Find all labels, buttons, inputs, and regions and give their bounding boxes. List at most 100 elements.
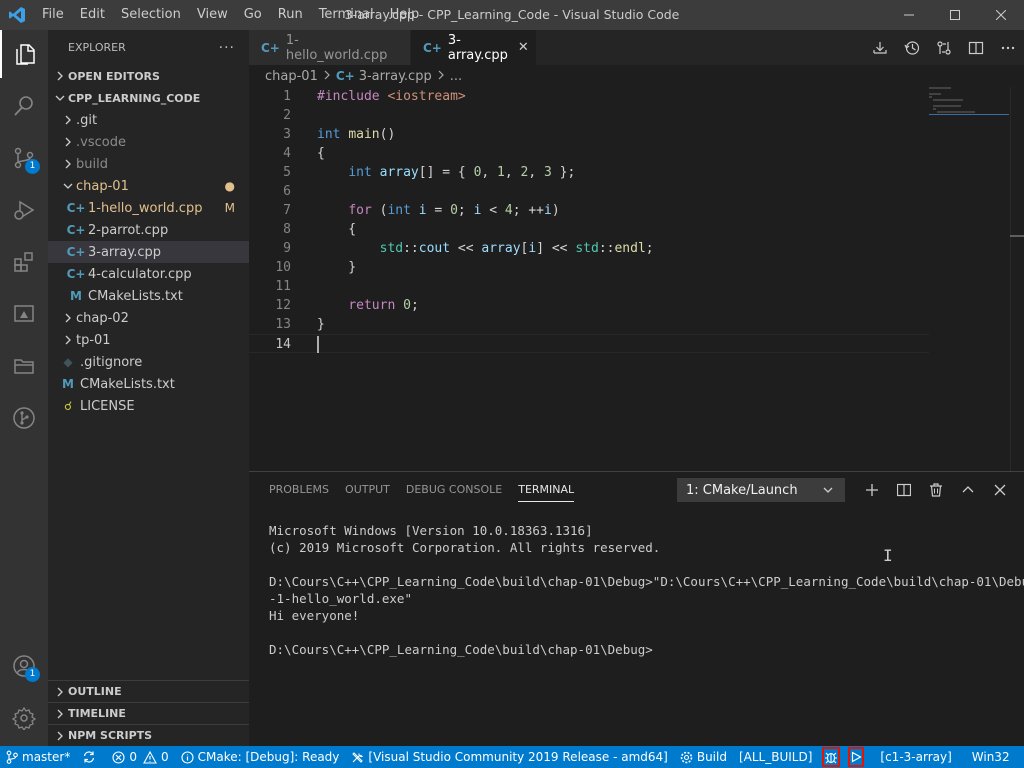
tree-item[interactable]: chap-01 ● (48, 175, 249, 197)
activity-folders[interactable] (0, 342, 48, 390)
cmake-kit[interactable]: [Visual Studio Community 2019 Release - … (345, 746, 673, 768)
build-target[interactable]: [ALL_BUILD] (733, 746, 818, 768)
tree-item[interactable]: ◆ .gitignore (48, 351, 249, 373)
activity-manage[interactable] (0, 694, 48, 742)
close-tab-button[interactable]: ✕ (518, 40, 529, 55)
cmake-build-button[interactable]: Build (674, 746, 733, 768)
new-terminal-button[interactable] (856, 472, 888, 508)
status-bar: master* 0 0 CMake: [Debug]: Ready [Visua… (0, 746, 1024, 768)
editor-more-button[interactable] (992, 30, 1024, 65)
tree-item[interactable]: M CMakeLists.txt (48, 373, 249, 395)
menu-help[interactable]: Help (382, 0, 428, 30)
compare-changes-button[interactable] (928, 30, 960, 65)
panel-tab-debug-console[interactable]: DEBUG CONSOLE (398, 472, 510, 508)
panel-tab-problems[interactable]: PROBLEMS (261, 472, 337, 508)
tab-1-hello-world[interactable]: C+ 1-hello_world.cpp (249, 30, 411, 65)
section-npm-scripts[interactable]: NPM SCRIPTS (48, 724, 249, 746)
git-status-decoration: M (224, 201, 235, 215)
workspace-section[interactable]: CPP_LEARNING_CODE (48, 87, 249, 109)
activity-source-control[interactable]: 1 (0, 134, 48, 182)
launch-button[interactable] (848, 747, 865, 767)
terminal-output[interactable]: Microsoft Windows [Version 10.0.18363.13… (269, 522, 1024, 658)
close-panel-button[interactable] (984, 472, 1016, 508)
editor-actions (864, 30, 1024, 65)
debug-button[interactable] (822, 747, 841, 767)
activity-git-graph[interactable] (0, 394, 48, 442)
branch-status[interactable]: master* (0, 746, 76, 768)
maximize-panel-button[interactable] (952, 472, 984, 508)
timeline-history-button[interactable] (896, 30, 928, 65)
menu-terminal[interactable]: Terminal (311, 0, 382, 30)
minimize-icon (904, 14, 914, 16)
split-editor-button[interactable] (960, 30, 992, 65)
tree-item[interactable]: build (48, 153, 249, 175)
line-number: 2 (283, 108, 291, 123)
branch-label: master* (22, 750, 71, 764)
chevron-right-icon (60, 115, 76, 125)
open-editors-section[interactable]: OPEN EDITORS (48, 65, 249, 87)
activity-explorer[interactable] (0, 30, 48, 78)
activity-accounts[interactable]: 1 (0, 642, 48, 690)
breadcrumb-file[interactable]: 3-array.cpp (359, 69, 432, 84)
tree-item[interactable]: .git (48, 109, 249, 131)
tree-item[interactable]: chap-02 (48, 307, 249, 329)
close-window-button[interactable] (978, 0, 1024, 30)
play-icon (852, 751, 863, 763)
tree-item[interactable]: C+ 2-parrot.cpp (48, 219, 249, 241)
license-file-icon: ☌ (63, 399, 73, 413)
close-icon (994, 484, 1006, 496)
git-compare-icon (937, 40, 951, 55)
tab-3-array[interactable]: C+ 3-array.cpp ✕ (411, 30, 537, 65)
code-editor[interactable]: 1 #include <iostream> 2 3 int main() 4{5 int … (249, 87, 929, 471)
line-number: 11 (275, 279, 291, 294)
platform-status[interactable]: Win32 (966, 746, 1016, 768)
terminal-select[interactable]: 1: CMake/Launch (677, 478, 845, 502)
problems-status[interactable]: 0 0 (106, 746, 174, 768)
tree-item[interactable]: ☌ LICENSE (48, 395, 249, 417)
line-number: 10 (275, 260, 291, 275)
maximize-button[interactable] (932, 0, 978, 30)
tree-item[interactable]: tp-01 (48, 329, 249, 351)
kill-terminal-button[interactable] (920, 472, 952, 508)
editor-scrollbar[interactable] (1010, 87, 1024, 471)
code-line: 4{ (249, 144, 929, 163)
cpp-file-icon: C+ (335, 69, 355, 83)
tree-item[interactable]: C+ 3-array.cpp (48, 241, 249, 263)
minimap-slider[interactable] (929, 87, 1009, 115)
cmake-status[interactable]: CMake: [Debug]: Ready (175, 746, 346, 768)
menu-run[interactable]: Run (270, 0, 311, 30)
launch-target[interactable]: [c1-3-array] (874, 746, 957, 768)
breadcrumb-symbols[interactable]: ... (450, 69, 462, 84)
panel-tab-terminal[interactable]: TERMINAL (510, 472, 582, 508)
cpp-file-icon: C+ (261, 40, 280, 55)
download-button[interactable] (864, 30, 896, 65)
more-actions-button[interactable]: ··· (219, 40, 235, 56)
line-number: 6 (283, 184, 291, 199)
activity-run-debug[interactable] (0, 186, 48, 234)
menu-selection[interactable]: Selection (113, 0, 189, 30)
panel-tab-output[interactable]: OUTPUT (337, 472, 398, 508)
activity-search[interactable] (0, 82, 48, 130)
section-timeline[interactable]: TIMELINE (48, 702, 249, 724)
section-outline[interactable]: OUTLINE (48, 680, 249, 702)
line-number: 8 (283, 222, 291, 237)
tree-item[interactable]: C+ 1-hello_world.cpp M (48, 197, 249, 219)
menu-view[interactable]: View (189, 0, 236, 30)
tree-item-label: CMakeLists.txt (80, 376, 175, 392)
launch-target-label: [c1-3-array] (880, 750, 952, 764)
gear-icon (680, 751, 693, 763)
minimize-button[interactable] (886, 0, 932, 30)
sync-button[interactable] (76, 746, 106, 768)
split-terminal-button[interactable] (888, 472, 920, 508)
chevron-right-icon (52, 731, 68, 741)
panel-actions (856, 472, 1016, 508)
breadcrumb-folder[interactable]: chap-01 (265, 69, 318, 84)
menu-edit[interactable]: Edit (72, 0, 113, 30)
menu-file[interactable]: File (34, 0, 72, 30)
tree-item[interactable]: .vscode (48, 131, 249, 153)
activity-extensions[interactable] (0, 238, 48, 286)
activity-remote-explorer[interactable] (0, 290, 48, 338)
menu-go[interactable]: Go (236, 0, 270, 30)
tree-item[interactable]: M CMakeLists.txt (48, 285, 249, 307)
tree-item[interactable]: C+ 4-calculator.cpp (48, 263, 249, 285)
